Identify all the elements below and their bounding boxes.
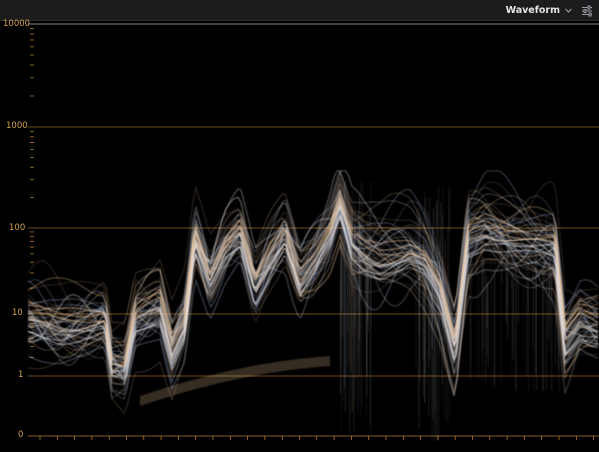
waveform-strand	[27, 196, 599, 363]
scope-mode-dropdown[interactable]: Waveform	[506, 2, 573, 18]
sliders-icon[interactable]	[580, 3, 594, 17]
scope-header: Waveform	[0, 0, 599, 21]
scale-label-1: 1	[18, 370, 24, 380]
scale-label-0: 0	[18, 430, 24, 440]
waveform-strand	[27, 182, 599, 377]
scale-label-1000: 1000	[6, 121, 28, 131]
waveform-strand	[27, 205, 599, 396]
waveform-graph	[27, 23, 599, 441]
scale-label-10000: 10000	[3, 19, 31, 29]
waveform-strand	[27, 207, 599, 372]
waveform-traces	[27, 169, 599, 441]
waveform-scope: 10000 1000 100 10 1 0	[0, 19, 599, 452]
scope-mode-label: Waveform	[505, 4, 560, 16]
chevron-down-icon	[564, 6, 573, 15]
waveform-strand	[27, 206, 599, 376]
scale-label-10: 10	[12, 308, 23, 318]
scale-label-100: 100	[9, 223, 26, 233]
